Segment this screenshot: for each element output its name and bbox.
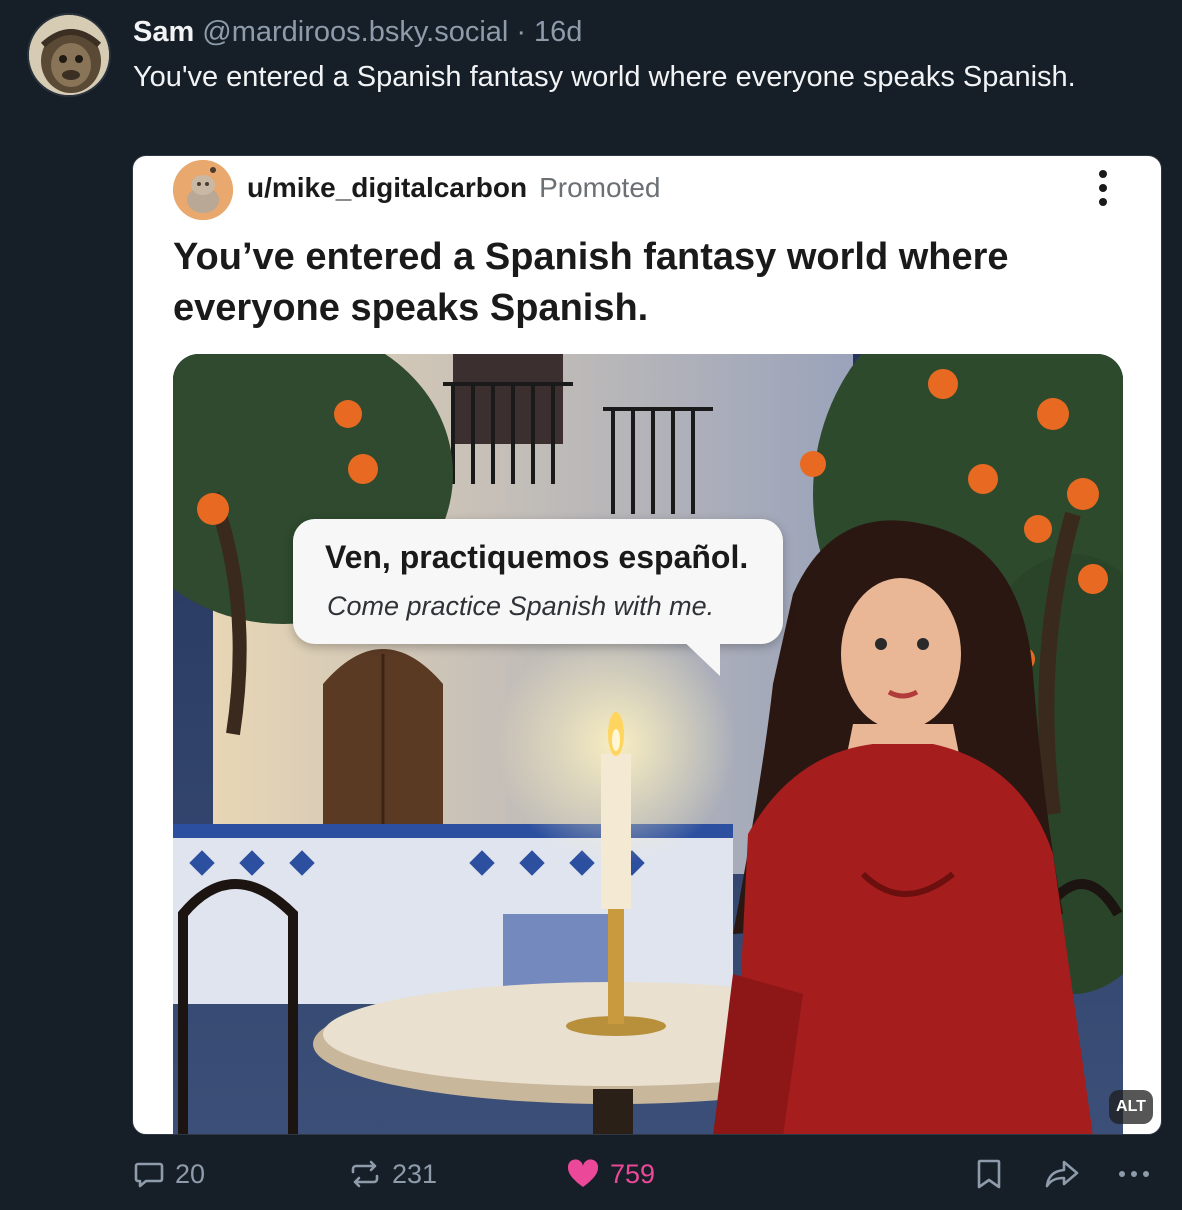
alt-text-badge[interactable]: ALT [1109, 1090, 1153, 1124]
kebab-menu-icon [1093, 170, 1113, 206]
author-name[interactable]: Sam [133, 16, 194, 49]
speech-bubble-tail [678, 636, 720, 676]
post[interactable]: Sam @mardiroos.bsky.social · 16d You've … [0, 0, 1182, 1210]
reply-icon [134, 1162, 164, 1188]
advertiser-line: u/mike_digitalcarbon Promoted [247, 170, 660, 206]
illustration: Ven, practiquemos español. Come practice… [173, 354, 1123, 1134]
advertiser-avatar [173, 160, 233, 220]
separator: · [516, 15, 527, 48]
bookmark-button[interactable] [974, 1156, 1004, 1192]
repost-count: 231 [392, 1158, 438, 1189]
speech-bubble: Ven, practiquemos español. Come practice… [293, 519, 783, 644]
share-button[interactable] [1044, 1156, 1080, 1192]
author-avatar[interactable] [27, 13, 111, 97]
speech-english: Come practice Spanish with me. [327, 591, 715, 621]
illustration-scene [173, 354, 1123, 1134]
repost-button[interactable]: 231 [348, 1156, 437, 1192]
advertiser-username: u/mike_digitalcarbon [247, 172, 528, 203]
post-age[interactable]: 16d [534, 16, 582, 49]
reply-button[interactable]: 20 [133, 1156, 205, 1192]
ad-title: You’ve entered a Spanish fantasy world w… [173, 236, 1009, 329]
like-count: 759 [610, 1158, 656, 1189]
bookmark-icon [977, 1159, 1001, 1189]
heart-icon [567, 1159, 599, 1187]
post-header: Sam @mardiroos.bsky.social · 16d [133, 14, 582, 50]
promoted-label: Promoted [539, 172, 661, 203]
like-button[interactable]: 759 [566, 1156, 655, 1192]
post-text: You've entered a Spanish fantasy world w… [133, 61, 1076, 93]
embedded-image-card[interactable]: u/mike_digitalcarbon Promoted You’ve ent… [132, 155, 1162, 1135]
action-bar: 20 231 759 [0, 1150, 1182, 1200]
repost-icon [351, 1160, 379, 1188]
more-button[interactable] [1116, 1156, 1152, 1192]
speech-spanish: Ven, practiquemos español. [325, 539, 749, 575]
more-icon [1119, 1171, 1149, 1177]
author-handle[interactable]: @mardiroos.bsky.social [202, 16, 508, 49]
share-icon [1045, 1160, 1079, 1188]
reply-count: 20 [175, 1158, 206, 1189]
